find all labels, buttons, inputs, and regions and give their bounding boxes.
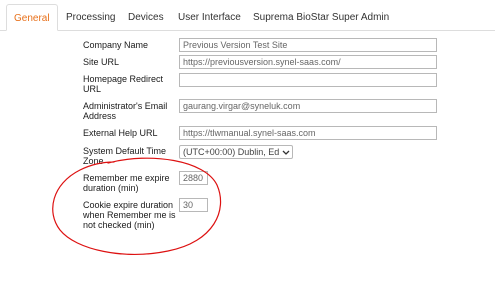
- company-name-label: Company Name: [83, 40, 149, 50]
- cookie-expire-label: Cookie expire duration when Remember me …: [83, 200, 176, 230]
- external-help-url-input[interactable]: [179, 126, 437, 140]
- tab-general[interactable]: General: [6, 4, 58, 31]
- tab-user-interface[interactable]: User Interface: [178, 4, 241, 30]
- time-zone-selected-value: (UTC+00:00) Dublin, Edir: [183, 147, 279, 157]
- homepage-redirect-url-input[interactable]: [179, 73, 437, 87]
- site-url-label: Site URL: [83, 57, 120, 67]
- site-url-input[interactable]: [179, 55, 437, 69]
- tab-processing[interactable]: Processing: [66, 4, 115, 30]
- homepage-redirect-url-label: Homepage Redirect URL: [83, 74, 164, 94]
- remember-me-expire-input[interactable]: [179, 171, 208, 185]
- chevron-down-icon: [282, 150, 290, 155]
- company-name-input[interactable]: [179, 38, 437, 52]
- time-zone-select[interactable]: (UTC+00:00) Dublin, Edir: [179, 145, 293, 159]
- time-zone-label: System Default Time Zone: [83, 146, 167, 166]
- tab-bar-divider: [0, 30, 495, 31]
- admin-email-input[interactable]: [179, 99, 437, 113]
- tab-devices[interactable]: Devices: [128, 4, 164, 30]
- tab-bar: General Processing Devices User Interfac…: [0, 0, 495, 31]
- cookie-expire-input[interactable]: [179, 198, 208, 212]
- tab-suprema-biostar-super-admin[interactable]: Suprema BioStar Super Admin: [253, 4, 389, 30]
- external-help-url-label: External Help URL: [83, 128, 158, 138]
- remember-me-expire-label: Remember me expire duration (min): [83, 173, 170, 193]
- admin-email-label: Administrator's Email Address: [83, 101, 168, 121]
